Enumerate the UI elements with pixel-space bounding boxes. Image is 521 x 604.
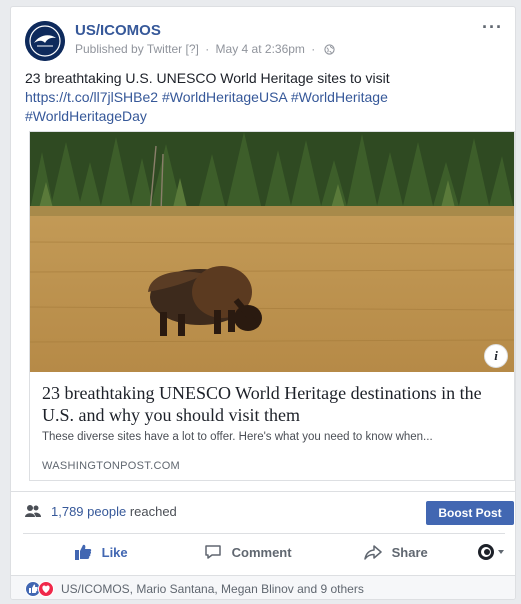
reach-suffix: reached — [129, 504, 177, 519]
link-preview-description: These diverse sites have a lot to offer.… — [42, 431, 433, 443]
reactors-text[interactable]: US/ICOMOS, Mario Santana, Megan Blinov a… — [61, 582, 364, 596]
post-card: US/ICOMOS Published by Twitter [?] · May… — [10, 6, 516, 600]
share-label: Share — [391, 545, 428, 560]
reach-count-link[interactable]: 1,789 people — [51, 504, 126, 519]
link-preview-title[interactable]: 23 breathtaking UNESCO World Heritage de… — [42, 382, 504, 426]
boost-post-button[interactable]: Boost Post — [426, 501, 514, 525]
help-mark[interactable]: [?] — [186, 42, 199, 56]
reactions-footer: US/ICOMOS, Mario Santana, Megan Blinov a… — [11, 575, 515, 599]
reaction-icons[interactable] — [25, 581, 65, 597]
reach-text: 1,789 people reached — [51, 504, 177, 519]
ellipsis-icon[interactable]: ··· — [482, 17, 503, 38]
post-meta: Published by Twitter [?] · May 4 at 2:36… — [75, 42, 335, 58]
published-by: Published by Twitter — [75, 42, 183, 56]
divider — [23, 533, 505, 534]
meta-separator: · — [205, 42, 210, 56]
post-body: 23 breathtaking U.S. UNESCO World Herita… — [25, 69, 505, 126]
page-avatar[interactable] — [25, 21, 65, 61]
link-preview-domain: WASHINGTONPOST.COM — [42, 460, 181, 472]
link-preview-image[interactable]: i — [30, 132, 514, 372]
post-timestamp[interactable]: May 4 at 2:36pm — [216, 42, 305, 56]
comment-button[interactable]: Comment — [204, 543, 292, 567]
comment-label: Comment — [231, 545, 292, 560]
comment-icon — [205, 545, 221, 559]
like-label: Like — [101, 545, 128, 560]
info-badge[interactable]: i — [484, 344, 508, 368]
like-button[interactable]: Like — [74, 543, 128, 567]
page-avatar-small-icon — [478, 544, 504, 560]
action-bar: Like Comment Share — [11, 539, 515, 571]
share-button[interactable]: Share — [364, 543, 428, 567]
post-link-line-1[interactable]: https://t.co/ll7jlSHBe2 #WorldHeritageUS… — [25, 88, 505, 107]
thumbs-up-icon — [75, 544, 92, 560]
love-reaction-icon — [38, 581, 54, 597]
post-header: US/ICOMOS Published by Twitter [?] · May… — [25, 17, 503, 61]
people-icon — [25, 504, 41, 523]
link-preview[interactable]: i 23 breathtaking UNESCO World Heritage … — [29, 131, 515, 481]
audience-selector[interactable] — [477, 543, 507, 566]
globe-icon[interactable] — [323, 44, 335, 58]
post-link-line-2[interactable]: #WorldHeritageDay — [25, 107, 505, 126]
share-arrow-icon — [364, 545, 382, 560]
page-name-link[interactable]: US/ICOMOS — [75, 22, 161, 39]
meta-separator-2: · — [311, 42, 316, 56]
divider — [11, 491, 515, 492]
post-text: 23 breathtaking U.S. UNESCO World Herita… — [25, 70, 390, 86]
